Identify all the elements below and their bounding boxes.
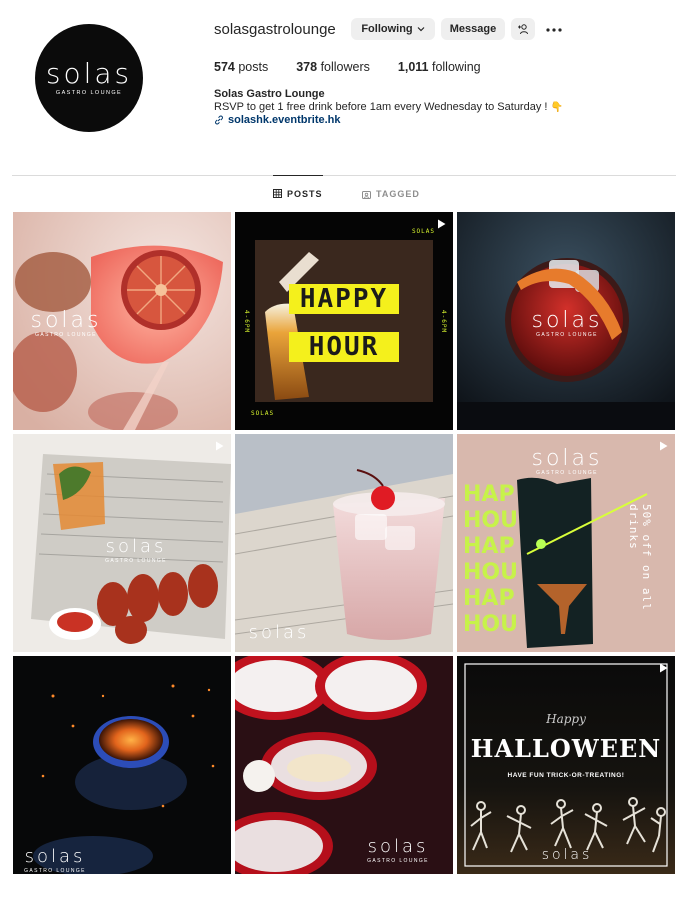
post-image [235, 434, 453, 652]
watermark-logo: solas [531, 308, 603, 333]
posts-count: 574 [214, 60, 235, 74]
more-options-button[interactable] [546, 22, 562, 34]
post-watermark: solas GASTRO LOUNGE [91, 536, 181, 564]
post-headline-line1: HAPPY [289, 284, 399, 314]
watermark-logo: solas [24, 846, 86, 867]
post-watermark: solas GASTRO LOUNGE [21, 308, 111, 339]
post-stack-text-3: HAP [463, 534, 515, 559]
following-stat-label: following [431, 60, 481, 74]
posts-stat: 574 posts [214, 60, 268, 74]
profile-link[interactable]: solashk.eventbrite.hk [214, 114, 341, 126]
following-stat[interactable]: 1,011 following [398, 60, 481, 74]
message-button-label: Message [449, 23, 497, 35]
profile-full-name: Solas Gastro Lounge [214, 88, 325, 100]
watermark-logo: solas [531, 446, 603, 471]
suggested-accounts-button[interactable] [511, 18, 535, 40]
post-watermark: solas GASTRO LOUNGE [517, 308, 617, 339]
profile-avatar[interactable]: solas GASTRO LOUNGE [35, 24, 143, 132]
watermark-logo: solas [105, 536, 167, 557]
profile-bio-text: RSVP to get 1 free drink before 1am ever… [214, 101, 548, 113]
post-time-right: 4-6PM [440, 310, 447, 334]
followers-stat-label: followers [320, 60, 370, 74]
add-person-icon [518, 24, 528, 35]
link-icon [215, 115, 223, 125]
post-headline-line2: HOUR [289, 332, 399, 362]
reel-icon [660, 663, 668, 673]
avatar-logo-subtext: GASTRO LOUNGE [55, 90, 123, 96]
followers-count: 378 [296, 60, 318, 74]
post-watermark: solas [527, 844, 607, 866]
post-watermark: solas GASTRO LOUNGE [517, 446, 617, 477]
watermark-subtext: GASTRO LOUNGE [24, 868, 86, 874]
post-tile[interactable]: Happy HALLOWEEN HAVE FUN TRICK-OR-TREATI… [457, 656, 675, 874]
post-time-left: 4-6PM [243, 310, 250, 334]
tab-posts-label: POSTS [287, 188, 323, 199]
message-button[interactable]: Message [441, 18, 505, 40]
avatar-logo-text: solas [45, 57, 133, 90]
post-stack-text-2: HOU [463, 508, 518, 533]
followers-stat[interactable]: 378 followers [296, 60, 370, 74]
watermark-subtext: GASTRO LOUNGE [105, 558, 167, 564]
post-stack-text-1: HAP [463, 482, 515, 507]
watermark-logo: solas [541, 847, 593, 863]
post-tile[interactable]: solas GASTRO LOUNGE [13, 212, 231, 430]
post-stack-text-6: HOU [463, 612, 518, 637]
reel-icon [660, 441, 668, 451]
post-promo-text: 50% off on all drinks [627, 504, 653, 611]
post-tile[interactable]: solas GASTRO LOUNGE [457, 212, 675, 430]
post-halloween-subtitle: HAVE FUN TRICK-OR-TREATING! [507, 772, 625, 779]
watermark-logo: solas [30, 308, 102, 333]
profile-stats: 574 posts 378 followers 1,011 following [214, 60, 509, 74]
post-tile[interactable]: solas [235, 434, 453, 652]
following-button[interactable]: Following [351, 18, 435, 40]
post-image [13, 656, 231, 874]
tabs-divider [12, 175, 676, 176]
watermark-logo: solas [248, 622, 310, 643]
post-tile[interactable]: SOLAS SOLAS 4-6PM 4-6PM HAPPY HOUR [235, 212, 453, 430]
post-image [457, 656, 675, 874]
posts-grid: solas GASTRO LOUNGE SOLAS SOLAS 4-6PM 4-… [13, 212, 676, 874]
posts-stat-label: posts [238, 60, 269, 74]
watermark-logo: solas [367, 836, 429, 857]
post-watermark: solas GASTRO LOUNGE [15, 846, 95, 874]
post-tile[interactable]: HAP HOU HAP HOU HAP HOU 50% off on all d… [457, 434, 675, 652]
tab-posts[interactable]: POSTS [273, 175, 323, 211]
watermark-subtext: GASTRO LOUNGE [367, 858, 429, 864]
profile-bio: RSVP to get 1 free drink before 1am ever… [214, 101, 563, 113]
post-stack-text-4: HOU [463, 560, 518, 585]
reel-icon [216, 441, 224, 451]
post-watermark: solas [239, 622, 319, 644]
post-brand: SOLAS [411, 228, 435, 235]
post-tile[interactable]: solas GASTRO LOUNGE [13, 656, 231, 874]
following-button-label: Following [361, 23, 413, 35]
grid-icon [273, 189, 282, 198]
chevron-down-icon [417, 25, 425, 34]
post-happy-text: Happy [546, 712, 586, 726]
tab-tagged-label: TAGGED [376, 189, 420, 199]
following-count: 1,011 [397, 60, 429, 74]
post-stack-text-5: HAP [463, 586, 515, 611]
post-tile[interactable]: solas GASTRO LOUNGE [13, 434, 231, 652]
post-watermark: solas GASTRO LOUNGE [353, 836, 443, 864]
post-brand-bottom: SOLAS [251, 410, 275, 417]
post-tile[interactable]: solas GASTRO LOUNGE [235, 656, 453, 874]
post-image [235, 212, 453, 430]
more-icon [546, 28, 562, 32]
profile-username: solasgastrolounge [214, 21, 336, 38]
tagged-icon [362, 190, 371, 199]
tab-tagged[interactable]: TAGGED [362, 176, 420, 212]
post-halloween-title: HALLOWEEN [470, 734, 662, 763]
pointing-down-emoji: 👇 [550, 102, 563, 113]
profile-link-text: solashk.eventbrite.hk [228, 114, 341, 126]
reel-icon [438, 219, 446, 229]
